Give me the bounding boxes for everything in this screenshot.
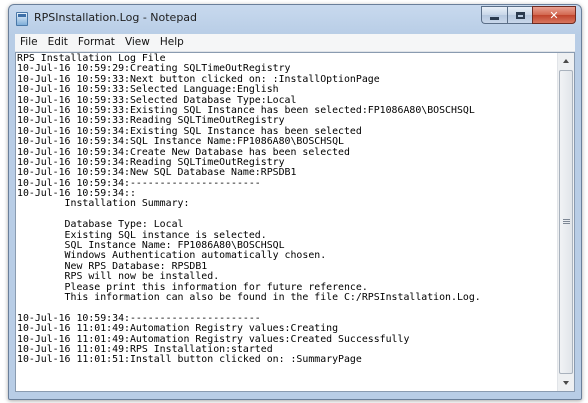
text-line: 10-Jul-16 11:01:51:Install button clicke…: [17, 354, 362, 366]
notepad-icon: [16, 12, 28, 26]
menu-bar: File Edit Format View Help: [15, 34, 575, 52]
notepad-window: RPSInstallation.Log - Notepad ✕ File Edi…: [8, 4, 582, 400]
close-button[interactable]: ✕: [532, 6, 576, 24]
minimize-button[interactable]: [481, 6, 507, 24]
text-editor[interactable]: RPS Installation Log File 10-Jul-16 10:59…: [15, 52, 575, 392]
arrow-up-icon: [563, 59, 569, 63]
menu-edit[interactable]: Edit: [43, 34, 73, 51]
menu-file[interactable]: File: [15, 34, 43, 51]
text-line: 10-Jul-16 10:59:33:Selected Language:Eng…: [17, 84, 279, 96]
caption-buttons: ✕: [481, 6, 576, 24]
scrollbar-thumb[interactable]: [559, 70, 573, 374]
text-line: Installation Summary:: [17, 198, 190, 210]
vertical-scrollbar[interactable]: [557, 53, 574, 391]
menu-help[interactable]: Help: [155, 34, 189, 51]
text-line: This information can also be found in th…: [17, 291, 481, 303]
maximize-icon: [515, 11, 525, 19]
minimize-icon: [490, 16, 499, 20]
menu-view[interactable]: View: [120, 34, 155, 51]
text-line: 10-Jul-16 11:01:49:Automation Registry v…: [17, 323, 339, 335]
scroll-down-button[interactable]: [558, 375, 574, 391]
menu-format[interactable]: Format: [73, 34, 120, 51]
title-bar[interactable]: RPSInstallation.Log - Notepad ✕: [9, 5, 581, 33]
maximize-button[interactable]: [507, 6, 532, 24]
close-icon: ✕: [549, 8, 559, 22]
text-line: 10-Jul-16 10:59:34:SQL Instance Name:FP1…: [17, 136, 344, 148]
arrow-down-icon: [563, 381, 569, 385]
scroll-up-button[interactable]: [558, 53, 574, 69]
window-title: RPSInstallation.Log - Notepad: [34, 11, 198, 24]
grip-icon: [562, 219, 570, 225]
text-content[interactable]: RPS Installation Log File 10-Jul-16 10:59…: [16, 53, 557, 391]
